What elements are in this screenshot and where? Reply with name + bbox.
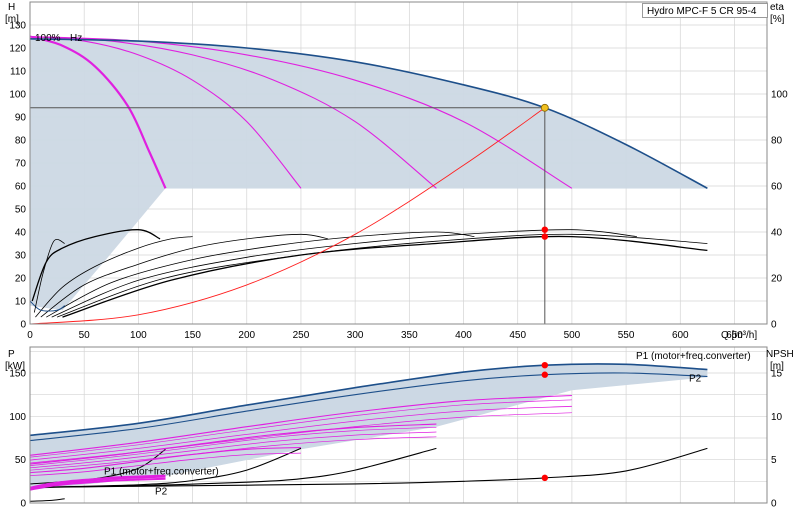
head-x-tick-label: 350 xyxy=(401,330,418,341)
head-x-tick-label: 450 xyxy=(509,330,526,341)
power-y-tick-label: 0 xyxy=(20,499,26,510)
eta-y-tick-label: 0 xyxy=(771,320,777,331)
eta-axis-unit: [%] xyxy=(770,14,785,25)
npsh-axis-unit: [m] xyxy=(770,361,784,372)
head-axis-unit: [m] xyxy=(5,14,19,25)
npsh-axis-label: NPSH xyxy=(766,349,794,360)
head-x-tick-label: 150 xyxy=(184,330,201,341)
head-x-tick-label: 550 xyxy=(618,330,635,341)
power-axis-label: P xyxy=(8,349,15,360)
head-y-tick-label: 20 xyxy=(15,274,27,285)
eta-marker xyxy=(541,226,549,233)
p2-low-annotation: P2 xyxy=(155,486,168,497)
npsh-y-tick-label: 0 xyxy=(771,499,777,510)
head-y-tick-label: 120 xyxy=(9,44,26,55)
head-y-tick-label: 70 xyxy=(15,159,27,170)
head-y-tick-label: 100 xyxy=(9,90,26,101)
speed-label: 100% xyxy=(35,33,61,44)
head-x-tick-label: 400 xyxy=(455,330,472,341)
head-x-tick-label: 300 xyxy=(347,330,364,341)
power-axis-unit: [kW] xyxy=(5,361,25,372)
eta-y-tick-label: 40 xyxy=(771,228,783,239)
eta-marker xyxy=(541,233,549,240)
head-x-tick-label: 500 xyxy=(564,330,581,341)
eta-y-tick-label: 20 xyxy=(771,274,783,285)
head-x-tick-label: 100 xyxy=(130,330,147,341)
head-y-tick-label: 40 xyxy=(15,228,27,239)
power-y-tick-label: 100 xyxy=(9,412,26,423)
head-x-tick-label: 600 xyxy=(672,330,689,341)
head-axis-label: H xyxy=(8,2,15,13)
head-panel: 100% Hz01020304050607080901001101201300 50… xyxy=(5,1,788,341)
head-y-tick-label: 10 xyxy=(15,297,27,308)
p1-annotation: P1 (motor+freq.converter) xyxy=(636,351,751,362)
flow-axis-label: Q [m³/h] xyxy=(721,330,757,341)
head-x-tick-label: 200 xyxy=(238,330,255,341)
eta-y-tick-label: 80 xyxy=(771,136,783,147)
power-panel: P1 (motor+freq.converter) P2 P1 (motor+fre… xyxy=(5,346,794,510)
duty-point xyxy=(540,103,549,112)
eta-y-tick-label: 60 xyxy=(771,182,783,193)
p1-low-annotation: P1 (motor+freq.converter) xyxy=(104,466,219,477)
head-y-tick-label: 110 xyxy=(10,67,26,78)
head-y-tick-label: 0 xyxy=(20,320,26,331)
eta-y-tick-label: 100 xyxy=(771,90,788,101)
speed-unit-label: Hz xyxy=(70,33,82,44)
head-y-tick-label: 80 xyxy=(15,136,27,147)
eta-axis-label: eta xyxy=(770,2,784,13)
head-x-tick-label: 250 xyxy=(293,330,310,341)
head-y-tick-label: 60 xyxy=(15,182,27,193)
head-x-tick-label: 50 xyxy=(79,330,91,341)
power-y-tick-label: 50 xyxy=(15,455,27,466)
head-y-tick-label: 30 xyxy=(15,251,27,262)
head-y-tick-label: 50 xyxy=(15,205,27,216)
npsh-y-tick-label: 10 xyxy=(771,412,783,423)
p2-annotation: P2 xyxy=(689,374,702,385)
head-x-tick-label: 0 xyxy=(27,330,33,341)
chart-canvas: 100% Hz01020304050607080901001101201300 50… xyxy=(5,1,794,510)
chart-title: Hydro MPC-F 5 CR 95-4 xyxy=(642,3,768,18)
npsh-y-tick-label: 5 xyxy=(771,455,777,466)
pump-performance-chart: 100% Hz 0 10 20 30 40 50 60 70 80 90 100 110 120 130 0 50… xyxy=(0,0,800,520)
head-y-tick-label: 90 xyxy=(15,113,27,124)
